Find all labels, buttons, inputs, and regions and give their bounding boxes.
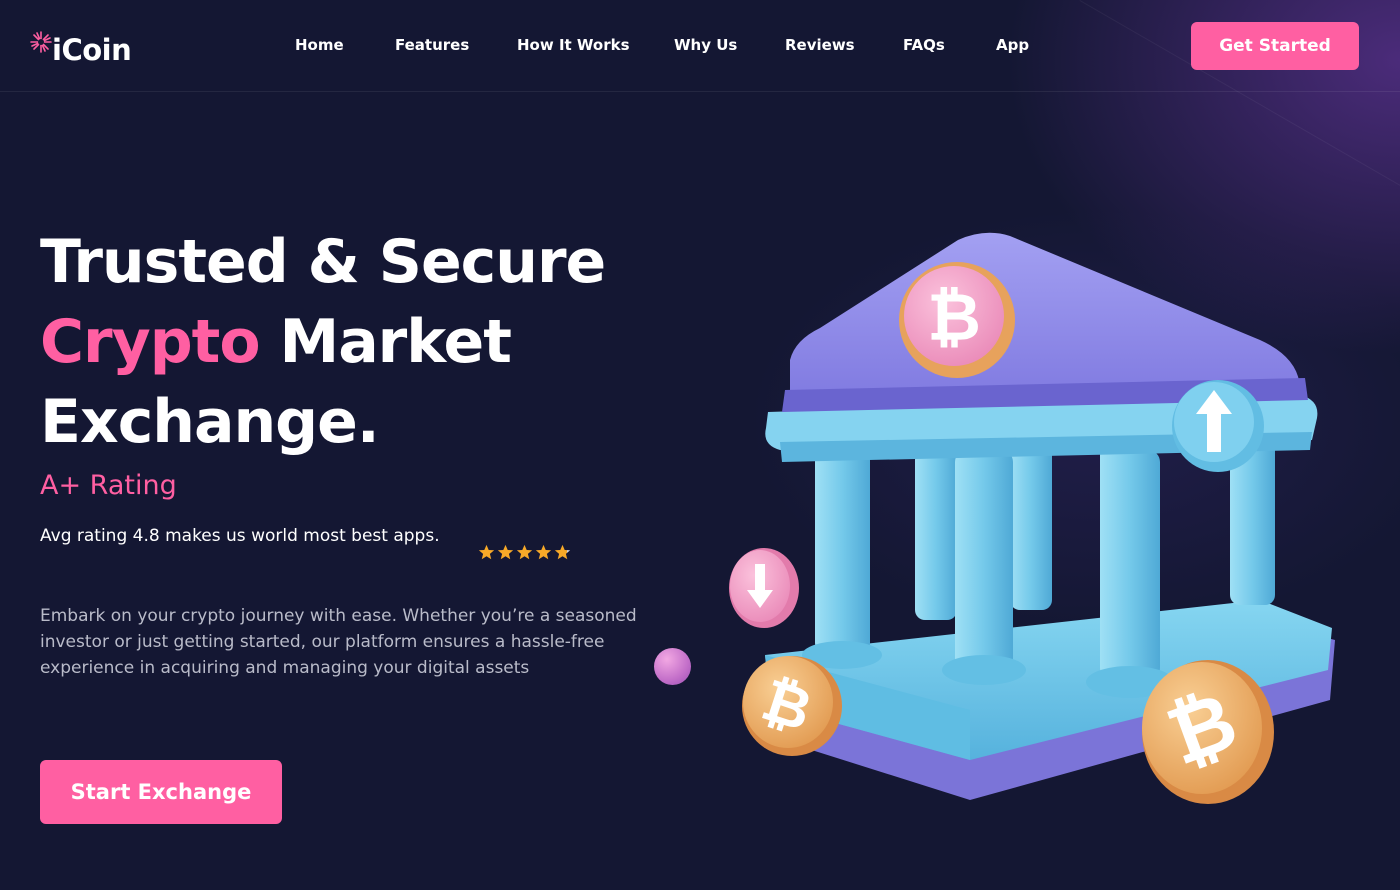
nav-menu: Home Features How It Works Why Us Review… [0, 36, 1400, 56]
nav-link-app[interactable]: App [996, 36, 1029, 54]
bitcoin-symbol: ₿ [927, 279, 981, 356]
front-pillars [802, 445, 1174, 698]
headline-line-1: Trusted & Secure [40, 227, 606, 297]
roof-bitcoin-coin: ₿ [899, 262, 1015, 378]
get-started-button[interactable]: Get Started [1191, 22, 1359, 70]
headline-line-3: Exchange. [40, 387, 380, 457]
decorative-orb [654, 648, 691, 685]
start-exchange-button[interactable]: Start Exchange [40, 760, 282, 824]
star-icon [497, 544, 514, 560]
arrow-up-icon [1172, 380, 1264, 472]
nav-link-why-us[interactable]: Why Us [674, 36, 737, 54]
rating-text: Avg rating 4.8 makes us world most best … [40, 526, 440, 546]
headline-line-2: Market [259, 307, 511, 377]
hero-headline: Trusted & Secure Crypto Market Exchange. [40, 222, 680, 462]
arrow-down-icon [729, 548, 799, 628]
nav-link-home[interactable]: Home [295, 36, 344, 54]
star-icon [535, 544, 552, 560]
bitcoin-coin-right: ₿ [1142, 660, 1274, 804]
hero-description: Embark on your crypto journey with ease.… [40, 606, 637, 678]
bitcoin-coin-left: ₿ [742, 656, 842, 756]
star-icon [478, 544, 495, 560]
nav-link-faqs[interactable]: FAQs [903, 36, 945, 54]
top-navbar: iCoin Home Features How It Works Why Us … [0, 0, 1400, 92]
nav-link-features[interactable]: Features [395, 36, 469, 54]
star-rating [478, 544, 571, 561]
star-icon [554, 544, 571, 560]
nav-link-how-it-works[interactable]: How It Works [517, 36, 630, 54]
nav-link-reviews[interactable]: Reviews [785, 36, 855, 54]
headline-accent: Crypto [40, 307, 261, 377]
star-icon [516, 544, 533, 560]
bank-building-icon: ₿ ₿ ₿ [729, 232, 1335, 804]
rating-title: A+ Rating [40, 470, 177, 501]
